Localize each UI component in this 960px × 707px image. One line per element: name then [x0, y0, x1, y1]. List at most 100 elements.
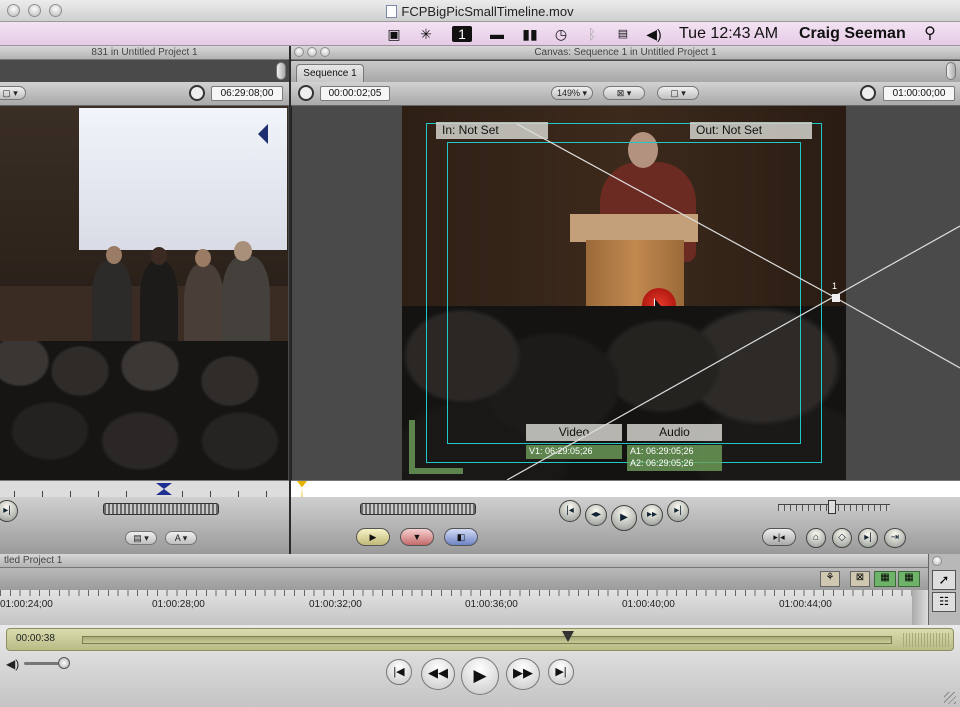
overwrite-edit-button[interactable]: ▼	[400, 528, 434, 546]
bluetooth-icon[interactable]: ᛒ	[584, 26, 600, 42]
canvas-close-button[interactable]	[294, 47, 304, 57]
bluetooth-fan-icon[interactable]: ✳	[416, 26, 436, 42]
fast-forward-button[interactable]: ▶▶	[506, 658, 540, 690]
edit-selection-tool-icon[interactable]: ☷	[932, 592, 956, 612]
volume-icon[interactable]: ◀)	[6, 657, 19, 671]
canvas-view-popup[interactable]: ⊠ ▾	[603, 86, 645, 100]
match-frame-button[interactable]: ▸|◂	[762, 528, 796, 546]
viewer-duration-field[interactable]: 06:29:08;00	[211, 86, 283, 101]
window-resize-grip[interactable]	[944, 692, 956, 704]
panelist-1-head	[106, 246, 122, 264]
spotlight-icon[interactable]: ⚲	[921, 26, 939, 42]
canvas-duration-clock-icon	[860, 85, 876, 101]
panelist-2	[140, 261, 178, 351]
canvas-overlay-popup[interactable]: ▢ ▾	[657, 86, 699, 100]
timeline-button-bar	[0, 568, 928, 590]
tool-palette-close-button[interactable]	[932, 556, 942, 566]
canvas-tab-bar	[291, 61, 960, 82]
menubar-clock[interactable]: Tue 12:43 AM	[679, 25, 778, 43]
viewer-playhead-icon[interactable]	[156, 483, 172, 495]
panelist-4-head	[234, 241, 252, 261]
viewer-title-text: 831 in Untitled Project 1	[91, 47, 198, 58]
tool-palette: ➚ ☷	[928, 554, 960, 625]
canvas-zoom-value: 149%	[556, 88, 580, 98]
ruler-label-1: 01:00:28;00	[152, 599, 205, 610]
add-keyframe-button[interactable]: ◇	[832, 528, 852, 548]
us-flag-icon[interactable]: ▤	[614, 26, 632, 42]
canvas-scrubber[interactable]	[291, 480, 960, 497]
canvas-play-in-out-button[interactable]: ◂▸	[585, 504, 607, 526]
window-title-text: FCPBigPicSmallTimeline.mov	[401, 4, 574, 19]
go-to-end-button[interactable]: ▶|	[548, 659, 574, 685]
snapping-icon[interactable]: ⊠	[850, 571, 870, 587]
ruler-label-4: 01:00:40;00	[622, 599, 675, 610]
timeline-ruler-ticks	[0, 590, 912, 596]
resize-grip	[903, 633, 949, 647]
selection-tool-icon[interactable]: ➚	[932, 570, 956, 590]
display-icon[interactable]: ▬	[487, 26, 507, 42]
ruler-label-2: 01:00:32;00	[309, 599, 362, 610]
battery-icon[interactable]: ▮▮	[519, 26, 541, 42]
tv-1-icon[interactable]: 1	[452, 26, 472, 42]
add-marker-button[interactable]: ▸|	[858, 528, 878, 548]
viewer-video-frame[interactable]	[0, 106, 288, 480]
viewer-shuttle-control[interactable]	[103, 503, 219, 515]
viewer-generators-popup[interactable]: A ▾	[165, 531, 197, 545]
document-icon	[386, 5, 398, 18]
canvas-scroll-handle[interactable]	[946, 62, 956, 80]
panelist-3-head	[195, 249, 211, 267]
rewind-button[interactable]: ◀◀	[421, 658, 455, 690]
canvas-playhead-icon[interactable]	[297, 481, 307, 497]
motion-keyframe-handle	[832, 294, 840, 302]
menubar-user[interactable]: Craig Seeman	[799, 25, 906, 43]
canvas-jog-handle[interactable]	[828, 500, 836, 514]
mark-clip-button[interactable]: ⌂	[806, 528, 826, 548]
projection-screen	[79, 108, 287, 250]
canvas-play-around-button[interactable]: ▸▸	[641, 504, 663, 526]
canvas-prev-edit-button[interactable]: |◂	[559, 500, 581, 522]
menubar: ▣ ✳ 1 ▬ ▮▮ ◷ ᛒ ▤ ◀) Tue 12:43 AM Craig S…	[0, 22, 960, 46]
viewer-title: 831 in Untitled Project 1	[0, 46, 289, 60]
canvas-title-text: Canvas: Sequence 1 in Untitled Project 1	[534, 47, 717, 58]
insert-edit-button[interactable]: ▶	[356, 528, 390, 546]
ruler-label-0: 01:00:24;00	[0, 599, 53, 610]
viewer-scrubber[interactable]	[0, 480, 289, 497]
canvas-play-button[interactable]: ▶	[611, 505, 637, 531]
canvas-shuttle-control[interactable]	[360, 503, 476, 515]
viewer-scroll-handle[interactable]	[276, 62, 286, 80]
tab-sequence-1[interactable]: Sequence 1	[296, 64, 364, 82]
viewer-recent-clips-popup[interactable]: ▤ ▾	[125, 531, 157, 545]
go-to-start-button[interactable]: |◀	[386, 659, 412, 685]
canvas-next-edit-button[interactable]: ▸|	[667, 500, 689, 522]
volume-icon[interactable]: ◀)	[644, 26, 664, 42]
timeline-title-text: tled Project 1	[4, 555, 63, 566]
play-button[interactable]: ▶	[461, 657, 499, 695]
timeline-ruler[interactable]: 01:00:24;00 01:00:28;00 01:00:32;00 01:0…	[0, 590, 912, 625]
scrubber-track[interactable]	[82, 636, 892, 644]
panelist-1	[92, 260, 132, 350]
canvas-zoom-popup[interactable]: 149% ▾	[551, 86, 593, 100]
canvas-title: Canvas: Sequence 1 in Untitled Project 1	[291, 46, 960, 60]
canvas-zoom-button[interactable]	[320, 47, 330, 57]
panelist-2-head	[151, 247, 167, 265]
motion-path-line-1	[516, 123, 837, 299]
viewer-view-popup[interactable]: ▢ ▾	[0, 86, 26, 100]
ruler-label-5: 01:00:44;00	[779, 599, 832, 610]
audience	[0, 341, 288, 480]
export-frame-button[interactable]: ⇥	[884, 528, 906, 548]
linking-icon[interactable]: ⚘	[820, 571, 840, 587]
current-time: 00:00:38	[16, 633, 55, 644]
timeline-scrollbar[interactable]	[912, 590, 928, 625]
camera-icon[interactable]: ▣	[384, 26, 404, 42]
timeline-title: tled Project 1	[0, 554, 928, 568]
canvas-minimize-button[interactable]	[307, 47, 317, 57]
canvas-duration-timecode[interactable]: 01:00:00;00	[883, 86, 955, 101]
track-toggle-icon[interactable]: ▦	[874, 571, 896, 587]
panelist-4	[222, 256, 270, 352]
volume-slider-knob[interactable]	[58, 657, 70, 669]
window-title: FCPBigPicSmallTimeline.mov	[0, 4, 960, 19]
time-machine-icon[interactable]: ◷	[551, 26, 571, 42]
canvas-current-timecode[interactable]: 00:00:02;05	[320, 86, 390, 101]
replace-edit-button[interactable]: ◧	[444, 528, 478, 546]
audio-toggle-icon[interactable]: ▦	[898, 571, 920, 587]
